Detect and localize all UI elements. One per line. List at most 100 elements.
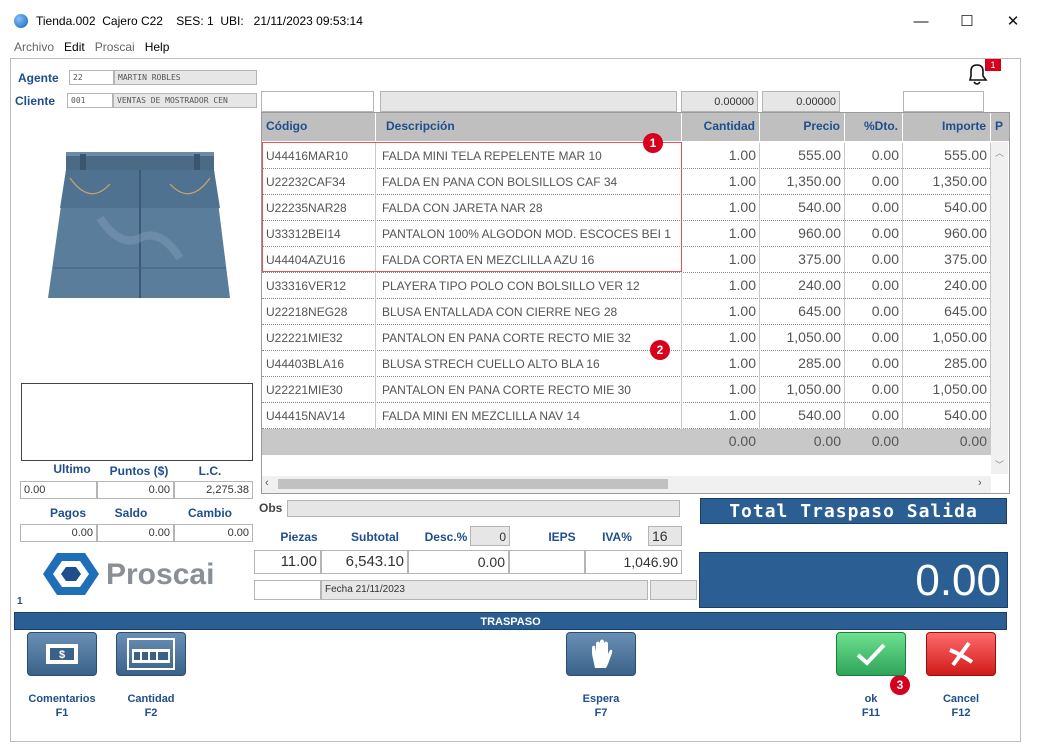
- table-row[interactable]: U22221MIE32 PANTALON EN PANA CORTE RECTO …: [262, 325, 992, 351]
- cell-cantidad: 1.00: [682, 247, 760, 273]
- menu-edit[interactable]: Edit: [64, 40, 85, 56]
- cell-descripcion: BLUSA STRECH CUELLO ALTO BLA 16: [376, 351, 682, 377]
- cell-cantidad: 1.00: [682, 325, 760, 351]
- col-cantidad-header[interactable]: Cantidad: [682, 113, 760, 141]
- comentarios-key: F1: [55, 707, 69, 719]
- extra-input[interactable]: [903, 91, 984, 112]
- scroll-right-arrow-icon[interactable]: ›: [978, 477, 982, 489]
- ieps-value: [509, 550, 585, 574]
- cell-cantidad: 1.00: [682, 351, 760, 377]
- cancel-button[interactable]: [926, 632, 996, 676]
- ok-button[interactable]: [836, 632, 906, 676]
- scroll-up-arrow-icon[interactable]: ︿: [995, 146, 1004, 159]
- col-descripcion-header[interactable]: Descripción: [376, 113, 682, 141]
- table-row[interactable]: U33316VER12 PLAYERA TIPO POLO CON BOLSILL…: [262, 273, 992, 299]
- ok-text: ok: [864, 693, 878, 705]
- iva-pct-label: IVA%: [602, 530, 632, 544]
- scroll-down-arrow-icon[interactable]: ﹀: [995, 458, 1004, 471]
- cell-descuento: 0.00: [845, 221, 903, 247]
- ultimo-value: 0.00: [20, 481, 97, 499]
- brand-name: Proscai: [106, 558, 215, 591]
- x-icon: [949, 641, 974, 667]
- close-button[interactable]: ✕: [990, 8, 1036, 34]
- total-cell-codigo: [262, 429, 376, 455]
- desc-pct-value[interactable]: 0: [470, 526, 510, 546]
- cell-importe: 375.00: [903, 247, 991, 273]
- vertical-scrollbar[interactable]: ︿ ﹀: [991, 142, 1008, 474]
- cantidad-text: Cantidad: [127, 693, 175, 705]
- cell-descripcion: BLUSA ENTALLADA CON CIERRE NEG 28: [376, 299, 682, 325]
- scroll-left-arrow-icon[interactable]: ‹: [265, 477, 269, 489]
- cantidad-button[interactable]: [116, 632, 186, 676]
- minimize-button[interactable]: —: [898, 8, 944, 34]
- app-icon: [14, 14, 28, 28]
- cell-cantidad: 1.00: [682, 273, 760, 299]
- saldo-value: 0.00: [97, 524, 174, 542]
- cell-descuento: 0.00: [845, 169, 903, 195]
- cell-precio: 240.00: [760, 273, 845, 299]
- cell-descuento: 0.00: [845, 247, 903, 273]
- cell-precio: 375.00: [760, 247, 845, 273]
- col-codigo-header[interactable]: Código: [262, 113, 376, 141]
- cell-descuento: 0.00: [845, 351, 903, 377]
- col-precio-header[interactable]: Precio: [760, 113, 845, 141]
- price-input[interactable]: 0.00000: [762, 91, 840, 112]
- agent-label: Agente: [18, 71, 59, 85]
- desc-value: 0.00: [408, 550, 509, 574]
- agent-code-field[interactable]: 22: [69, 70, 114, 85]
- cell-importe: 285.00: [903, 351, 991, 377]
- notes-box[interactable]: [21, 383, 253, 461]
- total-cell-descuento: 0.00: [845, 429, 903, 455]
- description-input[interactable]: [380, 91, 677, 112]
- table-row[interactable]: U44415NAV14 FALDA MINI EN MEZCLILLA NAV 1…: [262, 403, 992, 429]
- client-code-field[interactable]: 001: [67, 93, 113, 108]
- cell-codigo: U22221MIE32: [262, 325, 376, 351]
- cell-descripcion: PANTALON EN PANA CORTE RECTO MIE 32: [376, 325, 682, 351]
- quantity-input[interactable]: 0.00000: [681, 91, 758, 112]
- horizontal-scroll-thumb[interactable]: [278, 479, 668, 489]
- fecha-right-box: [650, 580, 697, 600]
- cell-importe: 645.00: [903, 299, 991, 325]
- step-badge-2: 2: [650, 340, 670, 360]
- horizontal-scrollbar[interactable]: ‹ ›: [262, 476, 991, 493]
- check-icon: [856, 643, 886, 666]
- col-importe-header[interactable]: Importe: [903, 113, 991, 141]
- cell-codigo: U44415NAV14: [262, 403, 376, 429]
- menu-archivo[interactable]: Archivo: [14, 40, 54, 56]
- cell-importe: 240.00: [903, 273, 991, 299]
- iva-pct-value[interactable]: 16: [648, 526, 682, 546]
- desc-pct-label: Desc.%: [424, 530, 468, 544]
- comentarios-button[interactable]: $: [27, 632, 97, 676]
- table-row[interactable]: U22218NEG28 BLUSA ENTALLADA CON CIERRE NE…: [262, 299, 992, 325]
- totals-row: 0.00 0.00 0.00 0.00: [262, 429, 992, 455]
- col-descuento-header[interactable]: %Dto.: [845, 113, 903, 141]
- maximize-button[interactable]: ☐: [944, 8, 990, 34]
- cell-codigo: U22221MIE30: [262, 377, 376, 403]
- cell-codigo: U33316VER12: [262, 273, 376, 299]
- table-row[interactable]: U22221MIE30 PANTALON EN PANA CORTE RECTO …: [262, 377, 992, 403]
- cell-importe: 555.00: [903, 143, 991, 169]
- col-p-header[interactable]: P: [991, 113, 1009, 141]
- total-cell-precio: 0.00: [760, 429, 845, 455]
- cell-descripcion: PANTALON EN PANA CORTE RECTO MIE 30: [376, 377, 682, 403]
- status-bar: TRASPASO: [14, 612, 1007, 630]
- lc-value: 2,275.38: [174, 481, 253, 499]
- cell-importe: 960.00: [903, 221, 991, 247]
- espera-text: Espera: [582, 693, 620, 705]
- espera-button[interactable]: [566, 632, 636, 676]
- fecha-field: Fecha 21/11/2023: [321, 580, 648, 600]
- hand-icon: [592, 639, 613, 668]
- obs-input[interactable]: [287, 500, 680, 517]
- espera-label: Espera F7: [556, 692, 646, 720]
- cambio-label: Cambio: [187, 506, 232, 520]
- cell-importe: 1,050.00: [903, 325, 991, 351]
- table-row[interactable]: U44403BLA16 BLUSA STRECH CUELLO ALTO BLA …: [262, 351, 992, 377]
- code-search-input[interactable]: [261, 91, 374, 112]
- cell-descuento: 0.00: [845, 143, 903, 169]
- menu-proscai[interactable]: Proscai: [95, 40, 135, 56]
- ok-label: ok F11: [826, 692, 916, 720]
- espera-key: F7: [594, 707, 608, 719]
- menu-help[interactable]: Help: [145, 40, 170, 56]
- cell-descripcion: FALDA MINI EN MEZCLILLA NAV 14: [376, 403, 682, 429]
- total-traspaso-banner: Total Traspaso Salida: [700, 498, 1007, 524]
